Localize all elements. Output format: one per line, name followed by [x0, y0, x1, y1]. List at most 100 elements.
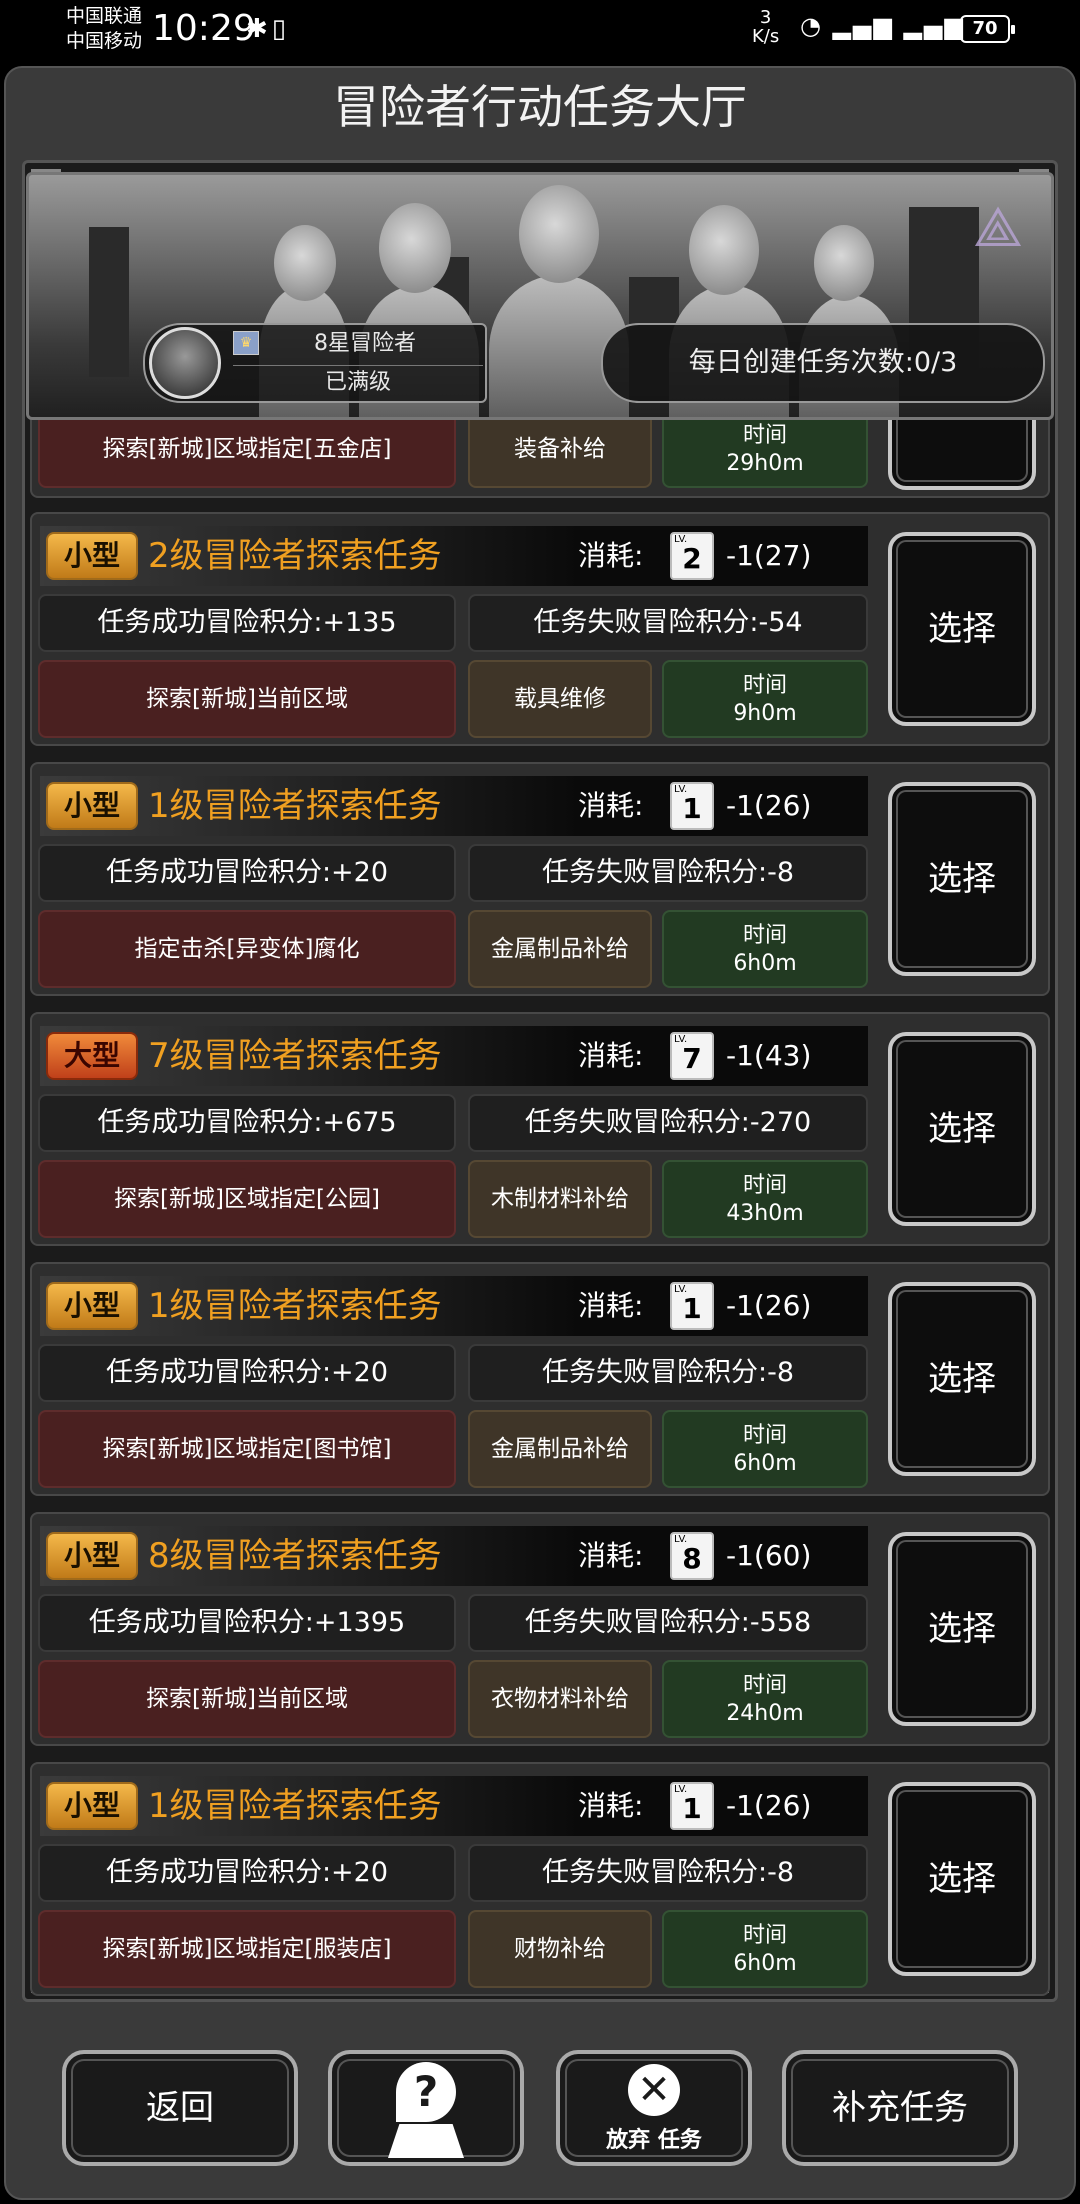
task-reward: 载具维修 [468, 660, 652, 738]
task-time: 时间 29h0m [662, 410, 868, 488]
level-card-icon: LV. 8 [670, 1532, 714, 1580]
status-bar: 中国联通 中国移动 10:29 ✱▯ 3 K/s ◔ ▂▄▆ ▂▄▆ 70 [0, 0, 1080, 66]
task-target: 探索[新城]区域指定[公园] [38, 1160, 456, 1238]
cost-label: 消耗: [578, 539, 644, 572]
header-banner: ⟁ ♛ 8星冒险者 已满级 每日创建任务次数:0/3 [26, 172, 1054, 420]
task-name: 7级冒险者探索任务 [148, 1036, 442, 1076]
success-points: 任务成功冒险积分:+675 [38, 1094, 456, 1152]
task-size-badge: 小型 [46, 1532, 138, 1580]
task-time: 时间 6h0m [662, 1910, 868, 1988]
task-size-badge: 小型 [46, 782, 138, 830]
task-size-badge: 小型 [46, 1282, 138, 1330]
fail-points: 任务失败冒险积分:-8 [468, 1844, 868, 1902]
task-card: 小型 8级冒险者探索任务 消耗: LV. 8 -1(60) 任务成功冒险积分:+1… [30, 1512, 1050, 1746]
abandon-task-button[interactable]: ✕ 放弃 任务 [556, 2050, 752, 2166]
daily-create-count: 每日创建任务次数:0/3 [601, 323, 1045, 403]
bluetooth-vibrate-icons: ✱▯ [246, 14, 291, 44]
replenish-task-button[interactable]: 补充任务 [782, 2050, 1018, 2166]
task-name: 1级冒险者探索任务 [148, 786, 442, 826]
task-header: 小型 1级冒险者探索任务 消耗: LV. 1 -1(26) [40, 776, 868, 836]
task-time: 时间 43h0m [662, 1160, 868, 1238]
select-button[interactable]: 选择 [888, 782, 1036, 976]
close-icon: ✕ [628, 2064, 680, 2116]
task-name: 2级冒险者探索任务 [148, 536, 442, 576]
cost-label: 消耗: [578, 789, 644, 822]
success-points: 任务成功冒险积分:+1395 [38, 1594, 456, 1652]
avatar[interactable] [149, 327, 221, 399]
success-points: 任务成功冒险积分:+20 [38, 1844, 456, 1902]
faction-logo-icon: ⟁ [973, 195, 1023, 260]
cost-value: -1(26) [726, 1289, 812, 1322]
task-card: 大型 7级冒险者探索任务 消耗: LV. 7 -1(43) 任务成功冒险积分:+6… [30, 1012, 1050, 1246]
task-card: 小型 2级冒险者探索任务 消耗: LV. 2 -1(27) 任务成功冒险积分:+1… [30, 512, 1050, 746]
task-reward: 木制材料补给 [468, 1160, 652, 1238]
task-name: 1级冒险者探索任务 [148, 1786, 442, 1826]
cost-value: -1(26) [726, 1789, 812, 1822]
cost-label: 消耗: [578, 1789, 644, 1822]
select-button[interactable]: 选择 [888, 1782, 1036, 1976]
help-button[interactable]: ? [328, 2050, 524, 2166]
success-points: 任务成功冒险积分:+20 [38, 1344, 456, 1402]
success-points: 任务成功冒险积分:+20 [38, 844, 456, 902]
select-button[interactable]: 选择 [888, 532, 1036, 726]
select-button[interactable]: 选择 [888, 1282, 1036, 1476]
cost-value: -1(60) [726, 1539, 812, 1572]
task-target: 探索[新城]当前区域 [38, 1660, 456, 1738]
level-card-icon: LV. 2 [670, 532, 714, 580]
level-card-icon: LV. 1 [670, 1782, 714, 1830]
task-card: 小型 1级冒险者探索任务 消耗: LV. 1 -1(26) 任务成功冒险积分:+2… [30, 1262, 1050, 1496]
level-card-icon: LV. 1 [670, 782, 714, 830]
status-time: 10:29 [152, 8, 256, 49]
fail-points: 任务失败冒险积分:-558 [468, 1594, 868, 1652]
carrier-1: 中国联通 [66, 5, 143, 27]
level-card-icon: LV. 7 [670, 1032, 714, 1080]
net-speed: 3 K/s [752, 7, 780, 47]
select-button[interactable]: 选择 [888, 1532, 1036, 1726]
task-size-badge: 小型 [46, 1782, 138, 1830]
crown-icon: ♛ [233, 331, 259, 355]
task-header: 小型 1级冒险者探索任务 消耗: LV. 1 -1(26) [40, 1276, 868, 1336]
task-reward: 金属制品补给 [468, 910, 652, 988]
task-card: 小型 1级冒险者探索任务 消耗: LV. 1 -1(26) 任务成功冒险积分:+2… [30, 762, 1050, 996]
page-title: 冒险者行动任务大厅 [333, 80, 747, 134]
task-time: 时间 6h0m [662, 910, 868, 988]
carrier-2: 中国移动 [66, 30, 143, 52]
battery-icon: 70 [960, 15, 1015, 43]
rank-name: 8星冒险者 [314, 331, 416, 356]
task-header: 小型 2级冒险者探索任务 消耗: LV. 2 -1(27) [40, 526, 868, 586]
cost-value: -1(27) [726, 539, 812, 572]
task-card: 小型 1级冒险者探索任务 消耗: LV. 1 -1(26) 任务成功冒险积分:+2… [30, 1762, 1050, 1996]
task-reward: 衣物材料补给 [468, 1660, 652, 1738]
cost-label: 消耗: [578, 1539, 644, 1572]
task-time: 时间 24h0m [662, 1660, 868, 1738]
cost-value: -1(26) [726, 789, 812, 822]
carrier-info: 中国联通 中国移动 [66, 4, 142, 54]
task-reward: 金属制品补给 [468, 1410, 652, 1488]
cost-value: -1(43) [726, 1039, 812, 1072]
map-icon [388, 2124, 464, 2158]
rank-status: 已满级 [233, 365, 483, 400]
back-button[interactable]: 返回 [62, 2050, 298, 2166]
task-reward: 财物补给 [468, 1910, 652, 1988]
task-target: 探索[新城]区域指定[图书馆] [38, 1410, 456, 1488]
task-header: 小型 1级冒险者探索任务 消耗: LV. 1 -1(26) [40, 1776, 868, 1836]
level-card-icon: LV. 1 [670, 1282, 714, 1330]
player-rank-box[interactable]: ♛ 8星冒险者 已满级 [143, 323, 487, 403]
success-points: 任务成功冒险积分:+135 [38, 594, 456, 652]
cost-label: 消耗: [578, 1039, 644, 1072]
select-button[interactable]: 选择 [888, 1032, 1036, 1226]
signal-wifi-icons: ◔ ▂▄▆ ▂▄▆ [800, 12, 965, 40]
task-header: 小型 8级冒险者探索任务 消耗: LV. 8 -1(60) [40, 1526, 868, 1586]
task-size-badge: 大型 [46, 1032, 138, 1080]
task-name: 1级冒险者探索任务 [148, 1286, 442, 1326]
question-icon: ? [396, 2062, 456, 2122]
task-name: 8级冒险者探索任务 [148, 1536, 442, 1576]
task-size-badge: 小型 [46, 532, 138, 580]
task-reward: 装备补给 [468, 410, 652, 488]
task-target: 探索[新城]区域指定[服装店] [38, 1910, 456, 1988]
cost-label: 消耗: [578, 1289, 644, 1322]
task-target: 探索[新城]区域指定[五金店] [38, 410, 456, 488]
task-header: 大型 7级冒险者探索任务 消耗: LV. 7 -1(43) [40, 1026, 868, 1086]
fail-points: 任务失败冒险积分:-8 [468, 1344, 868, 1402]
task-time: 时间 6h0m [662, 1410, 868, 1488]
